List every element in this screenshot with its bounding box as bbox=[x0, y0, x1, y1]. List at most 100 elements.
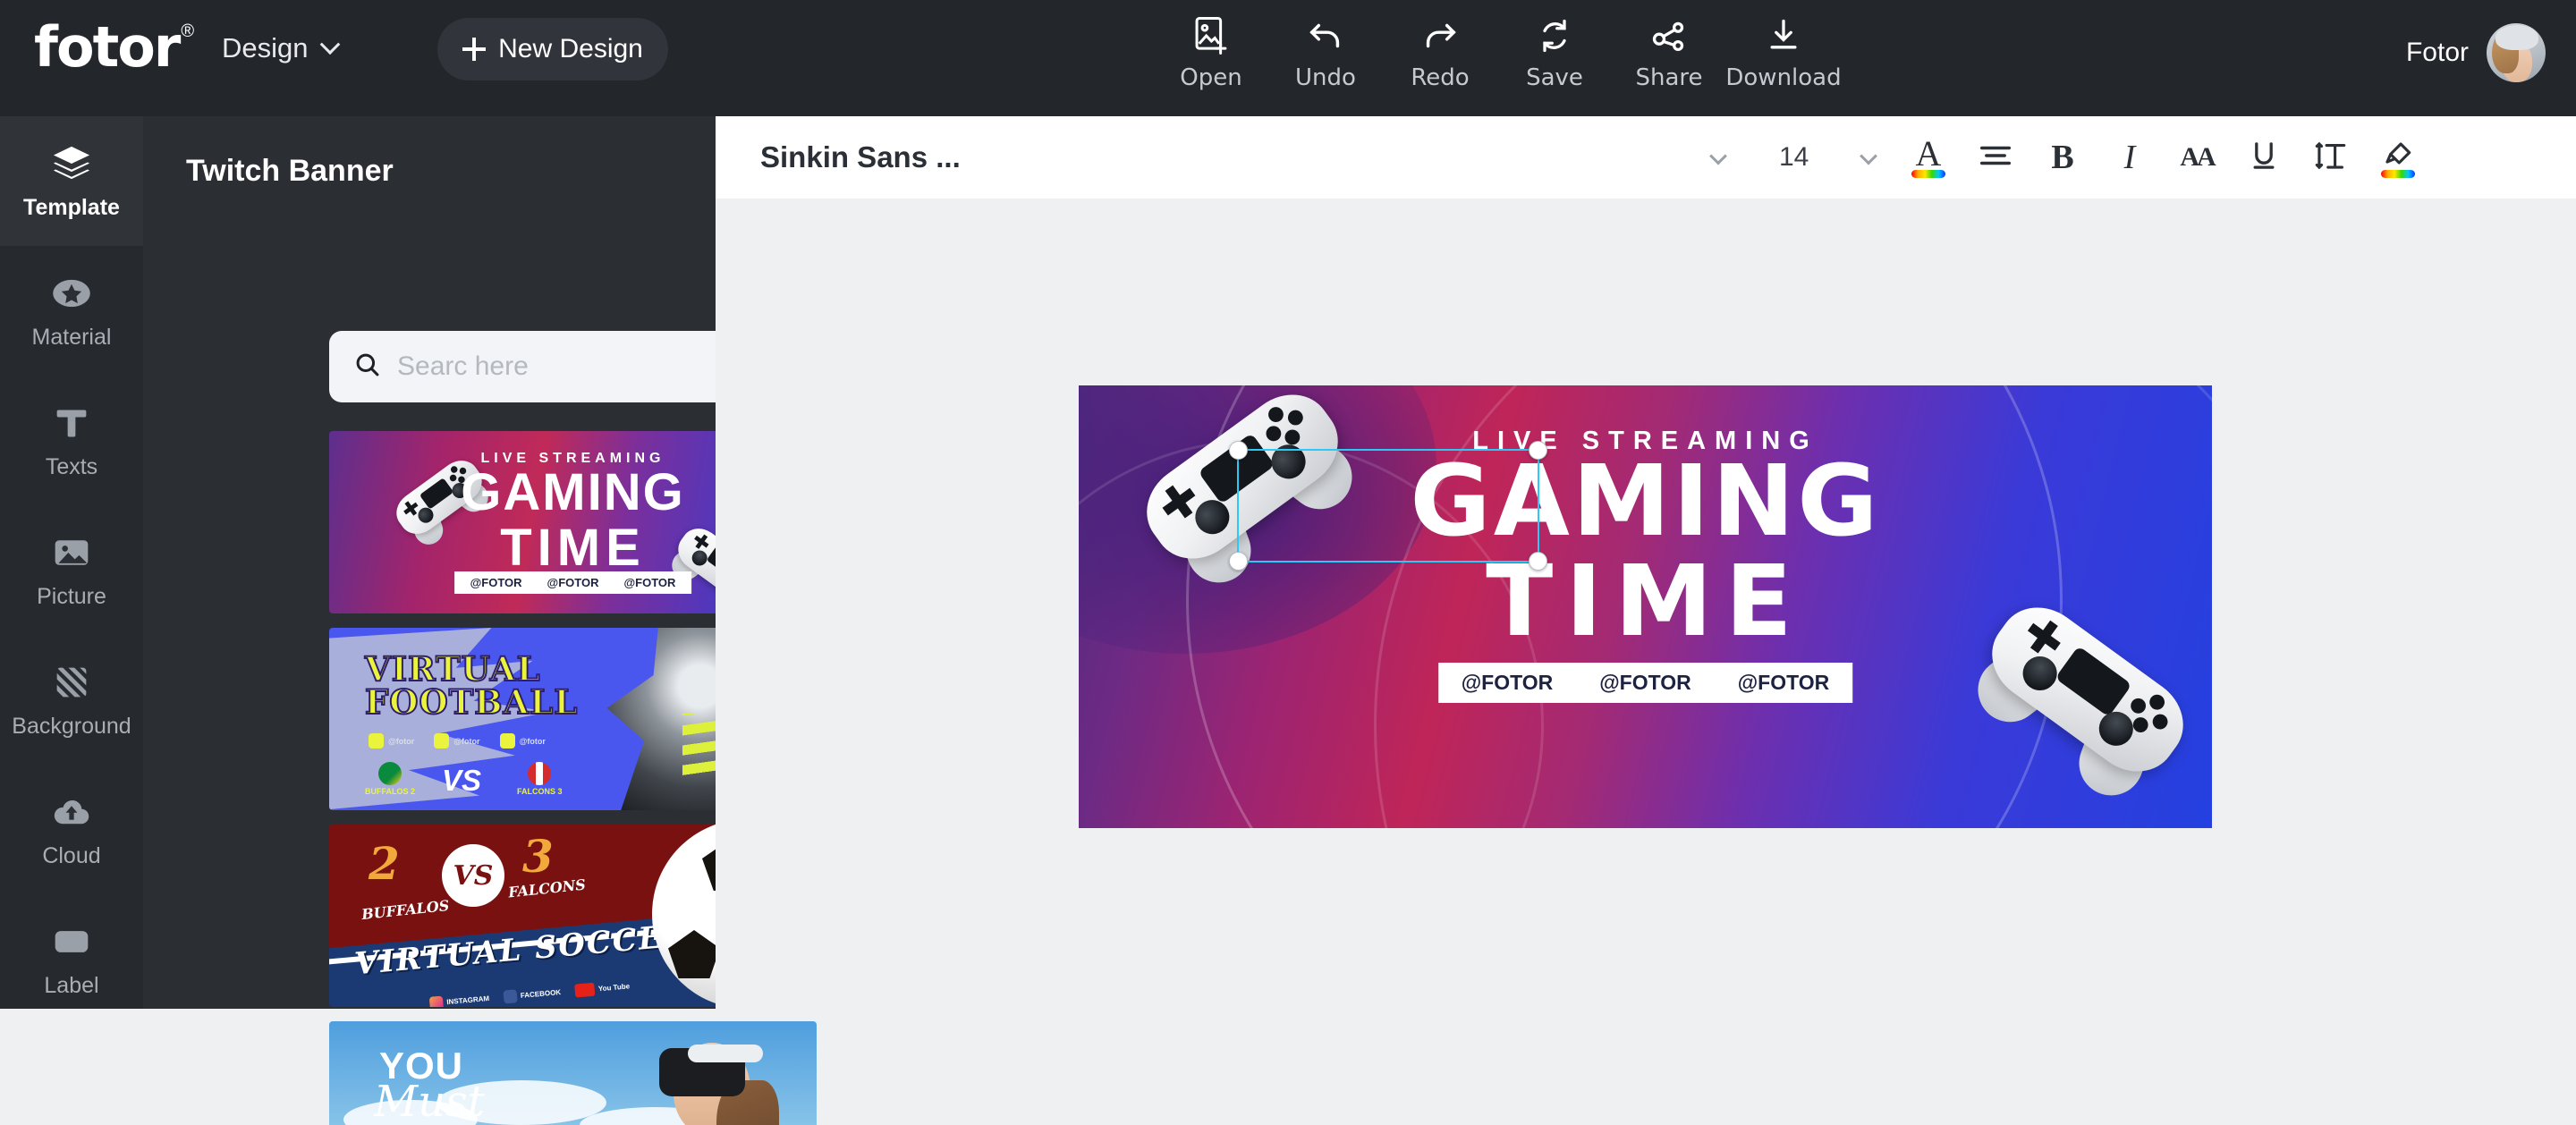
sidebar-label-material: Material bbox=[31, 325, 112, 350]
text-t-icon bbox=[54, 401, 89, 445]
vr-woman-photo bbox=[634, 1027, 795, 1125]
canvas-handle-bar[interactable]: @FOTOR @FOTOR @FOTOR bbox=[1437, 663, 1853, 703]
thumb-line1: GAMING bbox=[461, 463, 685, 521]
sidebar-label-background: Background bbox=[12, 714, 131, 739]
thumb-line2: TIME bbox=[500, 519, 646, 577]
social-row: @fotor @fotor @fotor bbox=[369, 733, 546, 749]
sidebar-item-texts[interactable]: Texts bbox=[0, 376, 143, 505]
flag-icon bbox=[378, 762, 402, 785]
sidebar-label-cloud: Cloud bbox=[42, 843, 101, 868]
design-menu-label: Design bbox=[222, 32, 309, 63]
star-badge-icon bbox=[51, 271, 92, 316]
instagram-icon bbox=[369, 733, 384, 749]
download-arrow-icon bbox=[1764, 13, 1803, 59]
picture-icon bbox=[52, 530, 91, 575]
save-button[interactable]: Save bbox=[1497, 13, 1612, 91]
format-toolbar: Sinkin Sans ... 14 A B I AA bbox=[716, 116, 2576, 199]
sidebar-item-material[interactable]: Material bbox=[0, 246, 143, 376]
team-away: FALCONS 3 bbox=[517, 762, 563, 796]
facebook-icon bbox=[503, 989, 518, 1004]
color-gradient-swatch bbox=[1911, 170, 1945, 178]
user-menu[interactable]: Fotor bbox=[2406, 23, 2546, 82]
italic-icon: I bbox=[2123, 139, 2136, 176]
registered-mark-icon: ® bbox=[181, 21, 195, 41]
font-family-chevron-down-icon[interactable] bbox=[1709, 147, 1727, 165]
share-label: Share bbox=[1635, 64, 1703, 91]
handle-3: @FOTOR bbox=[623, 576, 676, 589]
team-home-name: BUFFALOS bbox=[360, 896, 451, 924]
sidebar-item-background[interactable]: Background bbox=[0, 635, 143, 765]
resize-handle-top-right[interactable] bbox=[1529, 441, 1547, 460]
canvas-stage[interactable]: LIVE STREAMING GAMING TIME @FOTOR @FOTOR… bbox=[716, 199, 2576, 1009]
cloud-upload-icon bbox=[51, 790, 92, 834]
italic-button[interactable]: I bbox=[2102, 130, 2157, 185]
align-center-icon bbox=[1979, 140, 2012, 175]
letter-case-button[interactable]: AA bbox=[2169, 130, 2224, 185]
canvas-handle-1: @FOTOR bbox=[1461, 671, 1554, 694]
hatch-square-icon bbox=[54, 660, 89, 705]
chevron-down-icon bbox=[319, 34, 340, 55]
open-button[interactable]: Open bbox=[1154, 13, 1268, 91]
undo-button[interactable]: Undo bbox=[1268, 13, 1383, 91]
layers-icon bbox=[51, 141, 92, 186]
highlight-button[interactable] bbox=[2370, 130, 2426, 185]
font-size-select[interactable]: 14 bbox=[1779, 142, 1809, 173]
template-thumb-you-must[interactable]: YOU Must bbox=[329, 1021, 817, 1125]
sidebar-item-template[interactable]: Template bbox=[0, 116, 143, 246]
resize-handle-bottom-left[interactable] bbox=[1229, 552, 1248, 571]
letter-case-icon: AA bbox=[2180, 142, 2216, 172]
bold-button[interactable]: B bbox=[2035, 130, 2090, 185]
user-name: Fotor bbox=[2405, 38, 2469, 67]
line-spacing-icon bbox=[2315, 140, 2347, 176]
thumb-line1: VIRTUAL bbox=[364, 649, 541, 689]
resize-handle-top-left[interactable] bbox=[1229, 441, 1248, 460]
sidebar-item-picture[interactable]: Picture bbox=[0, 505, 143, 635]
team-home-name: BUFFALOS 2 bbox=[365, 787, 416, 796]
bold-icon: B bbox=[2051, 139, 2074, 176]
redo-arrow-icon bbox=[1419, 13, 1461, 59]
underline-button[interactable] bbox=[2236, 130, 2292, 185]
download-label: Download bbox=[1725, 64, 1842, 91]
label-icon bbox=[52, 919, 91, 964]
sidebar-item-label[interactable]: Label bbox=[0, 894, 143, 1024]
fotor-logo[interactable]: fotor ® bbox=[34, 20, 194, 75]
download-button[interactable]: Download bbox=[1725, 13, 1842, 91]
sidebar-label-label: Label bbox=[44, 973, 99, 998]
align-button[interactable] bbox=[1968, 130, 2023, 185]
resize-handle-bottom-right[interactable] bbox=[1529, 552, 1547, 571]
left-rail: Template Material Texts Picture Backgrou… bbox=[0, 116, 143, 1009]
search-icon bbox=[354, 351, 381, 383]
top-actions: Open Undo Redo Save Share Download bbox=[1154, 13, 1842, 91]
sidebar-item-cloud[interactable]: Cloud bbox=[0, 765, 143, 894]
save-label: Save bbox=[1526, 64, 1583, 91]
line-spacing-button[interactable] bbox=[2303, 130, 2359, 185]
redo-button[interactable]: Redo bbox=[1383, 13, 1497, 91]
design-menu[interactable]: Design bbox=[222, 32, 340, 64]
share-nodes-icon bbox=[1649, 13, 1689, 59]
canvas-title-line1[interactable]: GAMING bbox=[1410, 452, 1880, 550]
font-family-select[interactable]: Sinkin Sans ... bbox=[760, 140, 961, 174]
vs-badge: VS bbox=[442, 844, 504, 907]
social-1: @fotor bbox=[388, 736, 415, 746]
avatar[interactable] bbox=[2487, 23, 2546, 82]
save-refresh-icon bbox=[1535, 13, 1574, 59]
social-2: FACEBOOK bbox=[520, 987, 562, 1000]
team-home: BUFFALOS 2 bbox=[365, 762, 415, 796]
twitter-icon bbox=[434, 733, 450, 749]
design-canvas[interactable]: LIVE STREAMING GAMING TIME @FOTOR @FOTOR… bbox=[1079, 385, 2212, 828]
text-color-button[interactable]: A bbox=[1901, 130, 1956, 185]
flag-icon bbox=[528, 762, 552, 785]
thumb-title: VIRTUAL FOOTBALL bbox=[364, 649, 578, 720]
share-button[interactable]: Share bbox=[1612, 13, 1726, 91]
new-design-button[interactable]: New Design bbox=[437, 18, 668, 80]
highlight-gradient-swatch bbox=[2381, 170, 2415, 178]
score-away: 3 bbox=[522, 830, 554, 883]
canvas-handle-2: @FOTOR bbox=[1599, 671, 1691, 694]
social-3: @fotor bbox=[519, 736, 546, 746]
font-size-chevron-down-icon[interactable] bbox=[1860, 147, 1877, 165]
undo-arrow-icon bbox=[1305, 13, 1346, 59]
letter-a-color-icon: A bbox=[1915, 133, 1942, 173]
redo-label: Redo bbox=[1411, 64, 1470, 91]
open-image-icon bbox=[1191, 13, 1231, 59]
plus-icon bbox=[462, 38, 487, 61]
